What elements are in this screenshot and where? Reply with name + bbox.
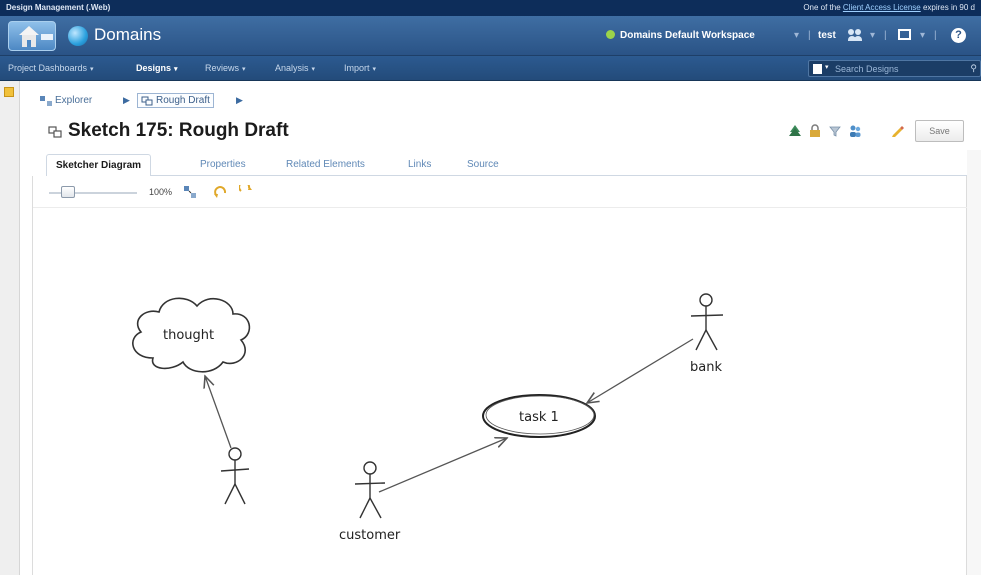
app-name: Design Management (.Web) bbox=[6, 3, 111, 12]
chevron-down-icon[interactable]: ▾ bbox=[794, 30, 799, 41]
tab-source[interactable]: Source bbox=[467, 154, 499, 176]
tab-links[interactable]: Links bbox=[408, 154, 431, 176]
filter-icon[interactable] bbox=[828, 124, 842, 138]
zoom-level: 100% bbox=[149, 187, 173, 197]
breadcrumb-arrow-icon[interactable]: ▶ bbox=[236, 95, 243, 106]
left-gutter bbox=[0, 81, 20, 575]
relationship-arrow[interactable] bbox=[378, 438, 507, 493]
relationship-arrow[interactable] bbox=[205, 376, 232, 449]
nav-analysis[interactable]: Analysis ▾ bbox=[275, 63, 315, 73]
undo-icon[interactable] bbox=[213, 185, 227, 199]
license-notice: One of the Client Access License expires… bbox=[803, 3, 975, 12]
domains-logo-icon bbox=[68, 26, 88, 46]
relationship-arrow[interactable] bbox=[587, 338, 694, 403]
nav-import[interactable]: Import ▾ bbox=[344, 63, 376, 73]
workspace-selector[interactable]: Domains Default Workspace bbox=[606, 30, 755, 41]
fit-to-window-icon[interactable] bbox=[183, 185, 197, 199]
canvas-toolbar: 100% bbox=[33, 176, 968, 208]
main-nav: Project Dashboards ▾ Designs ▾ Reviews ▾ An… bbox=[0, 56, 981, 81]
save-button[interactable]: Save bbox=[915, 120, 964, 142]
redo-icon[interactable] bbox=[239, 185, 253, 199]
page-title: Sketch 175: Rough Draft bbox=[68, 120, 289, 141]
sketcher-canvas-panel: 100% thought task 1 bank customer bbox=[32, 176, 968, 575]
home-icon[interactable] bbox=[8, 21, 56, 51]
chevron-down-icon[interactable]: ▾ bbox=[825, 63, 829, 71]
panel-toggle-icon[interactable] bbox=[4, 87, 14, 97]
nav-designs[interactable]: Designs ▾ bbox=[136, 63, 178, 73]
license-link[interactable]: Client Access License bbox=[843, 3, 921, 12]
actor-bank[interactable] bbox=[690, 293, 724, 351]
lock-icon[interactable] bbox=[808, 124, 822, 138]
help-icon[interactable]: ? bbox=[951, 28, 966, 43]
actor-figure[interactable] bbox=[220, 447, 250, 505]
header-divider: | bbox=[808, 30, 811, 41]
people-icon[interactable] bbox=[848, 29, 862, 41]
breadcrumb-explorer[interactable]: Explorer bbox=[55, 95, 92, 106]
sketch-icon bbox=[141, 96, 153, 106]
tree-icon[interactable] bbox=[788, 124, 802, 138]
tab-properties[interactable]: Properties bbox=[200, 154, 246, 176]
bank-label: bank bbox=[690, 360, 722, 375]
thought-cloud[interactable]: thought bbox=[132, 297, 251, 373]
scrollbar[interactable] bbox=[967, 150, 981, 575]
top-status-bar: Design Management (.Web) One of the Clie… bbox=[0, 0, 981, 16]
task-label: task 1 bbox=[519, 410, 559, 425]
search-box: ▾ ⚲ bbox=[808, 60, 981, 77]
customer-label: customer bbox=[339, 528, 401, 543]
app-header: Domains Domains Default Workspace ▾ | te… bbox=[0, 16, 981, 56]
workspace-icon bbox=[606, 30, 615, 39]
tab-related-elements[interactable]: Related Elements bbox=[286, 154, 365, 176]
sketch-icon bbox=[48, 126, 62, 138]
breadcrumb-current[interactable]: Rough Draft bbox=[137, 93, 214, 108]
tab-sketcher-diagram[interactable]: Sketcher Diagram bbox=[46, 154, 152, 177]
search-icon[interactable]: ⚲ bbox=[970, 63, 977, 74]
chevron-down-icon[interactable]: ▾ bbox=[870, 30, 875, 41]
window-icon[interactable] bbox=[898, 29, 911, 40]
sketch-diagram[interactable]: thought task 1 bank customer bbox=[33, 208, 968, 575]
pencil-icon[interactable] bbox=[890, 124, 904, 138]
explorer-icon bbox=[40, 96, 52, 106]
document-icon[interactable] bbox=[813, 64, 822, 74]
breadcrumb-arrow-icon: ▶ bbox=[123, 95, 130, 105]
users-icon[interactable] bbox=[848, 124, 862, 138]
task-use-case[interactable]: task 1 bbox=[482, 394, 596, 438]
tab-bar: Sketcher Diagram Properties Related Elem… bbox=[46, 154, 967, 177]
search-input[interactable] bbox=[835, 62, 965, 75]
app-title: Domains bbox=[94, 25, 162, 44]
header-divider: | bbox=[884, 30, 887, 41]
nav-project-dashboards[interactable]: Project Dashboards ▾ bbox=[8, 63, 94, 73]
header-divider: | bbox=[934, 30, 937, 41]
nav-reviews[interactable]: Reviews ▾ bbox=[205, 63, 246, 73]
user-menu[interactable]: test bbox=[818, 30, 836, 41]
zoom-slider-handle[interactable] bbox=[61, 186, 75, 198]
chevron-down-icon[interactable]: ▾ bbox=[920, 30, 925, 41]
thought-label: thought bbox=[163, 328, 214, 343]
actor-customer[interactable] bbox=[354, 461, 386, 519]
